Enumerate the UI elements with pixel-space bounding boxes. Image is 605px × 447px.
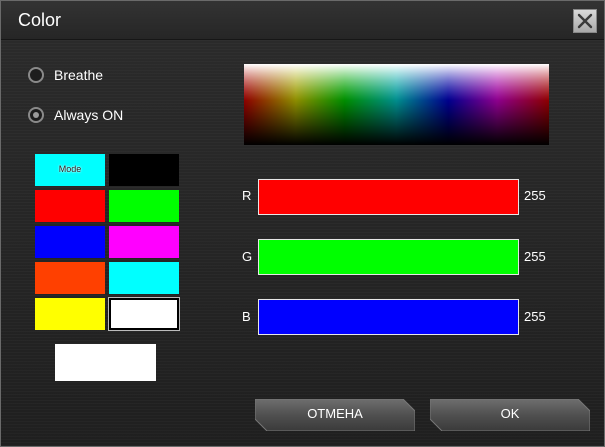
swatch-magenta[interactable]	[109, 226, 179, 258]
channel-b-label: B	[242, 309, 251, 324]
ok-button[interactable]: OK	[430, 399, 590, 431]
swatch-red[interactable]	[35, 190, 105, 222]
always-on-label: Always ON	[54, 107, 124, 123]
swatch-green[interactable]	[109, 190, 179, 222]
channel-r-label: R	[242, 188, 252, 203]
color-preview	[55, 344, 156, 381]
channel-r-bar[interactable]	[258, 179, 519, 215]
breathe-label: Breathe	[54, 67, 104, 83]
color-spectrum-picker[interactable]	[244, 64, 549, 145]
cancel-button[interactable]: ОТМЕНА	[255, 399, 415, 431]
cancel-label: ОТМЕНА	[307, 406, 363, 421]
dialog-title: Color	[18, 10, 62, 30]
channel-b-value: 255	[524, 309, 546, 324]
mode-label: Mode	[58, 164, 82, 174]
color-dialog: Color Breathe Always ON Mode R 255 G 255…	[0, 0, 605, 447]
always-on-option[interactable]: Always ON	[28, 107, 123, 123]
close-button[interactable]	[573, 9, 597, 33]
swatch-blue[interactable]	[35, 226, 105, 258]
swatch-orange[interactable]	[35, 262, 105, 294]
close-icon	[577, 13, 593, 29]
ok-label: OK	[500, 406, 520, 421]
channel-b-bar[interactable]	[258, 299, 519, 335]
channel-g-value: 255	[524, 249, 546, 264]
swatch-yellow[interactable]	[35, 298, 105, 330]
channel-r-value: 255	[524, 188, 546, 203]
always-on-radio[interactable]	[28, 107, 44, 123]
swatch-mode[interactable]: Mode	[35, 154, 105, 186]
title-bar: Color	[1, 1, 604, 40]
channel-g-label: G	[242, 249, 253, 264]
swatch-cyan[interactable]	[109, 262, 179, 294]
breathe-radio[interactable]	[28, 67, 44, 83]
channel-g-bar[interactable]	[258, 239, 519, 275]
swatch-white[interactable]	[108, 297, 180, 331]
swatch-black[interactable]	[109, 154, 179, 186]
breathe-option[interactable]: Breathe	[28, 67, 103, 83]
